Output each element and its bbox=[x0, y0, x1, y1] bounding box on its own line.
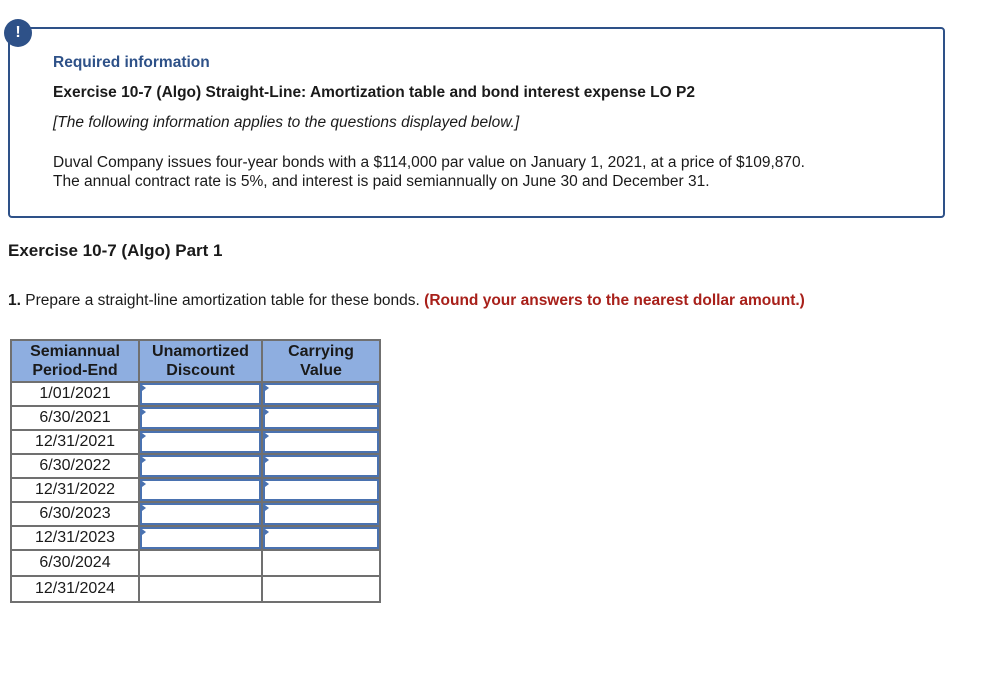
table-row: 12/31/2021 bbox=[10, 429, 381, 455]
question-number: 1. bbox=[8, 292, 21, 309]
unamortized-discount-input[interactable] bbox=[140, 479, 261, 501]
unamortized-discount-empty-cell bbox=[138, 575, 263, 603]
amortization-table: Semiannual Period-End Unamortized Discount… bbox=[10, 339, 381, 603]
period-end-date: 12/31/2021 bbox=[10, 429, 140, 455]
input-flag-icon bbox=[265, 481, 269, 487]
unamortized-discount-cell bbox=[138, 525, 263, 551]
carrying-value-input[interactable] bbox=[263, 479, 379, 501]
input-flag-icon bbox=[265, 505, 269, 511]
input-flag-icon bbox=[265, 433, 269, 439]
table-row: 1/01/2021 bbox=[10, 381, 381, 407]
input-flag-icon bbox=[142, 529, 146, 535]
table-row: 6/30/2022 bbox=[10, 453, 381, 479]
unamortized-discount-input[interactable] bbox=[140, 455, 261, 477]
period-end-date: 12/31/2022 bbox=[10, 477, 140, 503]
table-row: 6/30/2023 bbox=[10, 501, 381, 527]
header-carrying-value: Carrying Value bbox=[261, 339, 381, 383]
carrying-value-input[interactable] bbox=[263, 431, 379, 453]
description-line-2: The annual contract rate is 5%, and inte… bbox=[53, 173, 710, 190]
problem-description: Duval Company issues four-year bonds wit… bbox=[53, 153, 933, 191]
unamortized-discount-input[interactable] bbox=[140, 383, 261, 405]
table-header-row: Semiannual Period-End Unamortized Discount… bbox=[10, 339, 381, 383]
period-end-date: 1/01/2021 bbox=[10, 381, 140, 407]
carrying-value-empty-cell bbox=[261, 575, 381, 603]
input-flag-icon bbox=[265, 385, 269, 391]
table-row: 12/31/2023 bbox=[10, 525, 381, 551]
unamortized-discount-input[interactable] bbox=[140, 431, 261, 453]
input-flag-icon bbox=[265, 457, 269, 463]
period-end-date: 6/30/2023 bbox=[10, 501, 140, 527]
carrying-value-input[interactable] bbox=[263, 527, 379, 549]
unamortized-discount-input[interactable] bbox=[140, 407, 261, 429]
unamortized-discount-cell bbox=[138, 501, 263, 527]
unamortized-discount-cell bbox=[138, 405, 263, 431]
table-row: 12/31/2024 bbox=[10, 575, 381, 603]
input-flag-icon bbox=[142, 385, 146, 391]
carrying-value-cell bbox=[261, 525, 381, 551]
carrying-value-cell bbox=[261, 501, 381, 527]
input-flag-icon bbox=[142, 505, 146, 511]
carrying-value-input[interactable] bbox=[263, 455, 379, 477]
period-end-date: 6/30/2021 bbox=[10, 405, 140, 431]
unamortized-discount-cell bbox=[138, 381, 263, 407]
period-end-date: 12/31/2023 bbox=[10, 525, 140, 551]
carrying-value-cell bbox=[261, 453, 381, 479]
carrying-value-cell bbox=[261, 405, 381, 431]
table-row: 6/30/2021 bbox=[10, 405, 381, 431]
carrying-value-cell bbox=[261, 381, 381, 407]
carrying-value-input[interactable] bbox=[263, 407, 379, 429]
input-flag-icon bbox=[142, 457, 146, 463]
carrying-value-cell bbox=[261, 477, 381, 503]
input-flag-icon bbox=[142, 409, 146, 415]
carrying-value-empty-cell bbox=[261, 549, 381, 577]
input-flag-icon bbox=[142, 433, 146, 439]
question-body: Prepare a straight-line amortization tab… bbox=[20, 292, 425, 309]
part-title: Exercise 10-7 (Algo) Part 1 bbox=[8, 241, 223, 260]
rounding-instruction: (Round your answers to the nearest dolla… bbox=[424, 292, 805, 309]
required-information-label: Required information bbox=[53, 54, 210, 71]
description-line-1: Duval Company issues four-year bonds wit… bbox=[53, 154, 805, 171]
header-period-end: Semiannual Period-End bbox=[10, 339, 140, 383]
input-flag-icon bbox=[142, 481, 146, 487]
unamortized-discount-cell bbox=[138, 453, 263, 479]
exercise-title: Exercise 10-7 (Algo) Straight-Line: Amor… bbox=[53, 84, 695, 101]
unamortized-discount-cell bbox=[138, 477, 263, 503]
carrying-value-input[interactable] bbox=[263, 503, 379, 525]
table-row: 12/31/2022 bbox=[10, 477, 381, 503]
alert-icon: ! bbox=[4, 19, 32, 47]
carrying-value-input[interactable] bbox=[263, 383, 379, 405]
period-end-date: 12/31/2024 bbox=[10, 575, 140, 603]
table-row: 6/30/2024 bbox=[10, 549, 381, 577]
period-end-date: 6/30/2024 bbox=[10, 549, 140, 577]
unamortized-discount-input[interactable] bbox=[140, 503, 261, 525]
unamortized-discount-input[interactable] bbox=[140, 527, 261, 549]
question-text: 1. Prepare a straight-line amortization … bbox=[8, 292, 805, 310]
period-end-date: 6/30/2022 bbox=[10, 453, 140, 479]
unamortized-discount-empty-cell bbox=[138, 549, 263, 577]
carrying-value-cell bbox=[261, 429, 381, 455]
info-note: [The following information applies to th… bbox=[53, 114, 520, 131]
required-information-box: Required information Exercise 10-7 (Algo… bbox=[8, 27, 945, 218]
input-flag-icon bbox=[265, 409, 269, 415]
input-flag-icon bbox=[265, 529, 269, 535]
unamortized-discount-cell bbox=[138, 429, 263, 455]
header-unamortized-discount: Unamortized Discount bbox=[138, 339, 263, 383]
